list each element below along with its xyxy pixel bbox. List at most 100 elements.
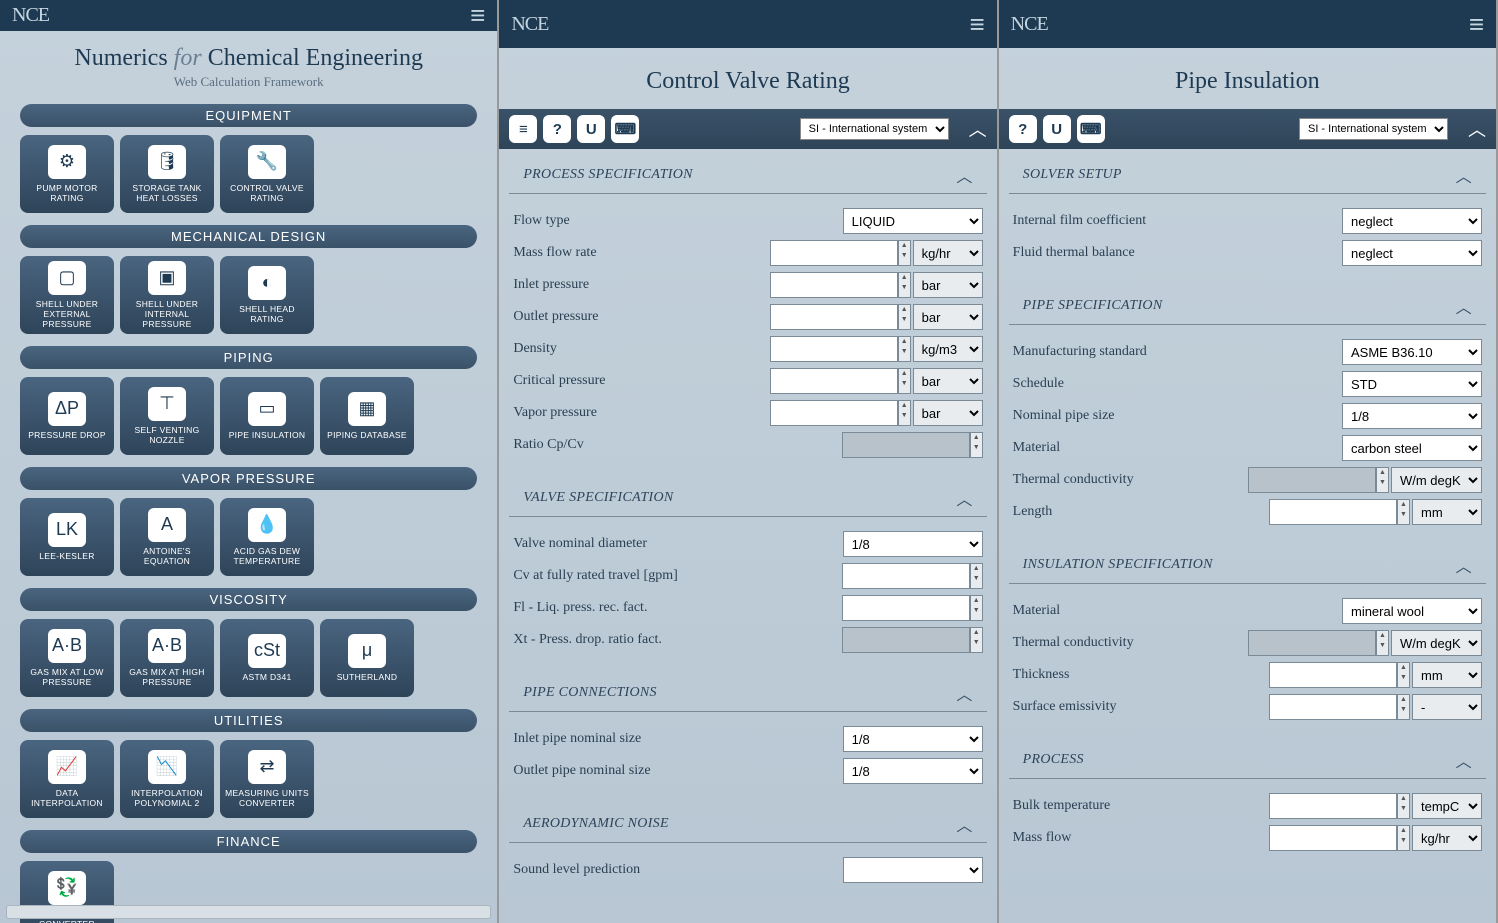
number-input[interactable] [842, 563, 970, 589]
unit-select[interactable]: mm [1412, 499, 1482, 525]
spinner[interactable]: ▲▼ [970, 432, 983, 458]
select-input[interactable]: 1/8 [843, 726, 983, 752]
collapse-icon[interactable]: ︿ [1468, 116, 1486, 142]
spinner[interactable]: ▲▼ [1397, 499, 1410, 525]
input-wrap: LIQUID [843, 208, 983, 234]
spinner[interactable]: ▲▼ [1397, 694, 1410, 720]
number-input[interactable] [770, 368, 898, 394]
menu-icon[interactable]: ≡ [470, 0, 485, 31]
help-icon[interactable]: ? [1009, 115, 1037, 143]
spinner[interactable]: ▲▼ [1397, 662, 1410, 688]
input-wrap: ASME B36.10 [1342, 339, 1482, 365]
tile-gas-mix-at-high-pressure[interactable]: A·BGAS MIX AT HIGH PRESSURE [120, 619, 214, 697]
number-input[interactable] [1269, 825, 1397, 851]
menu-icon[interactable]: ≡ [1469, 9, 1484, 40]
tile-lee-kesler[interactable]: LKLEE-KESLER [20, 498, 114, 576]
select-input[interactable]: STD [1342, 371, 1482, 397]
tile-self-venting-nozzle[interactable]: ⊤SELF VENTING NOZZLE [120, 377, 214, 455]
unit-select[interactable]: W/m degK [1391, 467, 1482, 493]
spinner[interactable]: ▲▼ [1397, 793, 1410, 819]
spinner[interactable]: ▲▼ [898, 240, 911, 266]
spinner[interactable]: ▲▼ [898, 336, 911, 362]
tile-storage-tank-heat-losses[interactable]: 🛢STORAGE TANK HEAT LOSSES [120, 135, 214, 213]
unit-select[interactable]: bar [913, 368, 983, 394]
number-input[interactable] [842, 595, 970, 621]
tile-shell-under-external-pressure[interactable]: ▢SHELL UNDER EXTERNAL PRESSURE [20, 256, 114, 334]
tile-sutherland[interactable]: μSUTHERLAND [320, 619, 414, 697]
spinner[interactable]: ▲▼ [1376, 467, 1389, 493]
tile-pipe-insulation[interactable]: ▭PIPE INSULATION [220, 377, 314, 455]
chevron-up-icon[interactable]: ︿ [1456, 294, 1472, 318]
tile-control-valve-rating[interactable]: 🔧CONTROL VALVE RATING [220, 135, 314, 213]
chevron-up-icon[interactable]: ︿ [1456, 163, 1472, 187]
unit-select[interactable]: bar [913, 400, 983, 426]
chevron-up-icon[interactable]: ︿ [956, 163, 972, 187]
spinner[interactable]: ▲▼ [970, 595, 983, 621]
spinner[interactable]: ▲▼ [898, 304, 911, 330]
unit-select[interactable]: tempC [1412, 793, 1482, 819]
chevron-up-icon[interactable]: ︿ [956, 812, 972, 836]
chevron-up-icon[interactable]: ︿ [1456, 553, 1472, 577]
number-input[interactable] [770, 240, 898, 266]
select-input[interactable]: 1/8 [843, 531, 983, 557]
number-input[interactable] [770, 400, 898, 426]
select-input[interactable]: neglect [1342, 208, 1482, 234]
tile-pump-motor-rating[interactable]: ⚙PUMP MOTOR RATING [20, 135, 114, 213]
tile-pressure-drop[interactable]: ΔPPRESSURE DROP [20, 377, 114, 455]
select-input[interactable] [843, 857, 983, 883]
unit-select[interactable]: kg/hr [1412, 825, 1482, 851]
spinner[interactable]: ▲▼ [1397, 825, 1410, 851]
spinner[interactable]: ▲▼ [898, 272, 911, 298]
unit-select[interactable]: - [1412, 694, 1482, 720]
chevron-up-icon[interactable]: ︿ [956, 486, 972, 510]
chevron-up-icon[interactable]: ︿ [1456, 748, 1472, 772]
menu-icon[interactable]: ≡ [969, 9, 984, 40]
select-input[interactable]: neglect [1342, 240, 1482, 266]
number-input[interactable] [1269, 662, 1397, 688]
keyboard-icon[interactable]: ⌨ [611, 115, 639, 143]
number-input[interactable] [1269, 694, 1397, 720]
tile-acid-gas-dew-temperature[interactable]: 💧ACID GAS DEW TEMPERATURE [220, 498, 314, 576]
spinner[interactable]: ▲▼ [970, 563, 983, 589]
unit-select[interactable]: bar [913, 304, 983, 330]
spinner[interactable]: ▲▼ [898, 368, 911, 394]
number-input[interactable] [770, 336, 898, 362]
select-input[interactable]: 1/8 [843, 758, 983, 784]
tile-shell-under-internal-pressure[interactable]: ▣SHELL UNDER INTERNAL PRESSURE [120, 256, 214, 334]
number-input[interactable] [1269, 499, 1397, 525]
unit-select[interactable]: W/m degK [1391, 630, 1482, 656]
collapse-icon[interactable]: ︿ [969, 116, 987, 142]
units-icon[interactable]: U [1043, 115, 1071, 143]
spinner[interactable]: ▲▼ [1376, 630, 1389, 656]
unit-system-select[interactable]: SI - International system [800, 118, 949, 140]
number-input[interactable] [770, 304, 898, 330]
number-input[interactable] [1269, 793, 1397, 819]
tile-astm-d341[interactable]: cStASTM D341 [220, 619, 314, 697]
unit-system-select[interactable]: SI - International system [1299, 118, 1448, 140]
scrollbar[interactable] [6, 905, 491, 919]
tile-gas-mix-at-low-pressure[interactable]: A·BGAS MIX AT LOW PRESSURE [20, 619, 114, 697]
select-input[interactable]: carbon steel [1342, 435, 1482, 461]
unit-select[interactable]: mm [1412, 662, 1482, 688]
tile-measuring-units-converter[interactable]: ⇄MEASURING UNITS CONVERTER [220, 740, 314, 818]
tile-data-interpolation[interactable]: 📈DATA INTERPOLATION [20, 740, 114, 818]
keyboard-icon[interactable]: ⌨ [1077, 115, 1105, 143]
select-input[interactable]: LIQUID [843, 208, 983, 234]
list-icon[interactable]: ≡ [509, 115, 537, 143]
tile-interpolation-polynomial-2[interactable]: 📉INTERPOLATION POLYNOMIAL 2 [120, 740, 214, 818]
chevron-up-icon[interactable]: ︿ [956, 681, 972, 705]
unit-select[interactable]: kg/hr [913, 240, 983, 266]
tile-shell-head-rating[interactable]: ◐SHELL HEAD RATING [220, 256, 314, 334]
unit-select[interactable]: kg/m3 [913, 336, 983, 362]
unit-select[interactable]: bar [913, 272, 983, 298]
number-input[interactable] [770, 272, 898, 298]
spinner[interactable]: ▲▼ [970, 627, 983, 653]
tile-piping-database[interactable]: ▦PIPING DATABASE [320, 377, 414, 455]
select-input[interactable]: ASME B36.10 [1342, 339, 1482, 365]
select-input[interactable]: 1/8 [1342, 403, 1482, 429]
spinner[interactable]: ▲▼ [898, 400, 911, 426]
help-icon[interactable]: ? [543, 115, 571, 143]
units-icon[interactable]: U [577, 115, 605, 143]
tile-antoine-s-equation[interactable]: AANTOINE'S EQUATION [120, 498, 214, 576]
select-input[interactable]: mineral wool [1342, 598, 1482, 624]
